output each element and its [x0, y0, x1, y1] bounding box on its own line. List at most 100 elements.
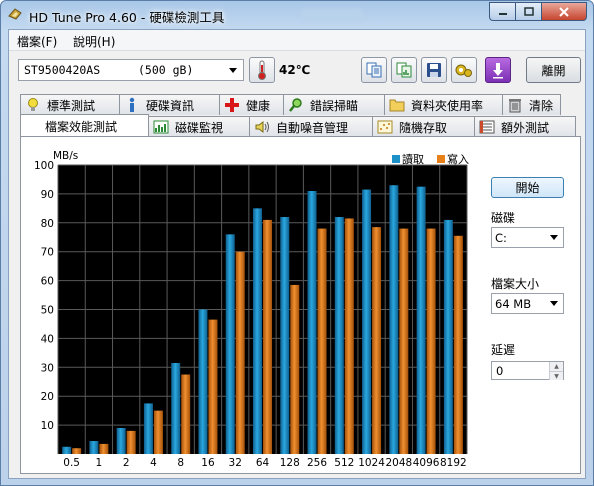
tab-random-access[interactable]: 隨機存取 — [372, 116, 475, 137]
copy-chart-icon — [396, 62, 412, 78]
temperature-readout: 42℃ — [279, 63, 311, 77]
tab-error-scan[interactable]: 錯誤掃瞄 — [283, 94, 385, 115]
drive-model: ST9500420AS — [24, 63, 101, 77]
y-tick-label: 30 — [41, 362, 54, 374]
x-tick-label: 8192 — [440, 457, 467, 467]
bar-write — [235, 251, 245, 454]
tab-file-benchmark[interactable]: 檔案效能測試 — [20, 114, 149, 137]
tab-label: 資料夾使用率 — [411, 98, 484, 113]
minimize-button[interactable] — [489, 2, 515, 21]
close-icon — [559, 6, 569, 17]
scatter-icon — [377, 119, 393, 135]
bar-write — [153, 410, 163, 454]
legend: 讀取 寫入 — [392, 152, 469, 166]
tab-label: 健康 — [246, 98, 271, 113]
list-icon — [479, 119, 495, 135]
window-title: HD Tune Pro 4.60 - 硬碟檢測工具 — [29, 10, 225, 25]
tab-row-top: 標準測試 硬碟資訊 健康 錯誤掃瞄 資料夾使用率 清除 — [20, 94, 561, 115]
tab-label: 磁碟監視 — [175, 120, 224, 135]
window-controls — [489, 2, 587, 21]
x-tick-label: 32 — [229, 457, 242, 467]
drive-select[interactable]: ST9500420AS (500 gB) — [18, 59, 244, 81]
bar-read — [307, 191, 317, 454]
speaker-icon — [254, 119, 270, 135]
download-button[interactable] — [485, 57, 511, 83]
tab-folder-usage[interactable]: 資料夾使用率 — [384, 94, 503, 115]
tab-aam[interactable]: 自動噪音管理 — [249, 116, 373, 137]
tab-benchmark[interactable]: 標準測試 — [20, 94, 120, 115]
y-tick-label: 40 — [41, 333, 54, 345]
tab-extra-tests[interactable]: 額外測試 — [474, 116, 576, 137]
disk-label: 磁碟 — [491, 211, 516, 225]
file-size-value: 64 MB — [495, 297, 532, 311]
tab-label: 標準測試 — [47, 98, 96, 113]
copy-info-button[interactable] — [361, 57, 387, 83]
bar-read — [89, 440, 99, 454]
exit-button[interactable]: 離開 — [526, 57, 581, 83]
bar-read — [225, 234, 235, 454]
legend-write-swatch — [437, 155, 445, 163]
delay-value: 0 — [496, 364, 504, 378]
bar-write — [99, 443, 109, 454]
bar-read — [116, 427, 126, 454]
bar-read — [416, 186, 426, 455]
start-button[interactable]: 開始 — [491, 177, 564, 198]
bar-write — [126, 430, 136, 454]
maximize-button[interactable] — [515, 2, 541, 21]
bar-read — [443, 219, 453, 454]
chevron-down-icon — [225, 62, 241, 78]
legend-write-label: 寫入 — [447, 152, 469, 166]
chevron-down-icon — [546, 295, 562, 312]
temperature-button[interactable] — [249, 57, 275, 83]
delay-spinner[interactable]: 0 ▲ ▼ — [491, 361, 564, 380]
spin-down-icon[interactable]: ▼ — [549, 371, 563, 380]
title-bar[interactable]: HD Tune Pro 4.60 - 硬碟檢測工具 — [1, 1, 593, 29]
tab-label: 額外測試 — [501, 120, 550, 135]
y-tick-labels: 10 20 30 40 50 60 70 80 90 100 — [34, 160, 54, 432]
bar-read — [389, 185, 399, 455]
disk-select[interactable]: C: — [491, 227, 564, 248]
save-button[interactable] — [421, 57, 447, 83]
info-icon — [124, 97, 140, 113]
delay-label: 延遲 — [491, 343, 516, 357]
bar-read — [198, 309, 208, 454]
file-size-select[interactable]: 64 MB — [491, 293, 564, 314]
app-window: HD Tune Pro 4.60 - 硬碟檢測工具 檔案(F) 說明(H) ST… — [0, 0, 594, 486]
client-area: 檔案(F) 說明(H) ST9500420AS (500 gB) 42℃ 離開 … — [8, 29, 586, 479]
options-button[interactable] — [451, 57, 477, 83]
close-button[interactable] — [541, 2, 587, 21]
chart-icon — [153, 119, 169, 135]
copy-screenshot-button[interactable] — [391, 57, 417, 83]
maximize-icon — [523, 7, 534, 16]
x-tick-label: 1024 — [358, 457, 385, 467]
menu-file[interactable]: 檔案(F) — [17, 33, 57, 50]
y-tick-label: 10 — [41, 420, 54, 432]
y-tick-label: 80 — [41, 218, 54, 230]
bar-write — [290, 284, 300, 454]
spin-up-icon[interactable]: ▲ — [549, 362, 563, 371]
tab-disk-monitor[interactable]: 磁碟監視 — [148, 116, 250, 137]
tools-icon — [455, 64, 472, 77]
x-tick-label: 16 — [201, 457, 215, 467]
bar-read — [143, 403, 153, 454]
tab-erase[interactable]: 清除 — [502, 94, 561, 115]
tab-health[interactable]: 健康 — [219, 94, 284, 115]
copy-icon — [366, 62, 382, 78]
legend-read-swatch — [392, 155, 400, 163]
x-tick-label: 128 — [280, 457, 300, 467]
floppy-save-icon — [427, 63, 441, 77]
bar-write — [181, 374, 191, 454]
tab-info[interactable]: 硬碟資訊 — [119, 94, 220, 115]
benchmark-panel: 10 20 30 40 50 60 70 80 90 100 0.5 1 2 4 8 16 32 64 128 25… — [20, 136, 581, 474]
file-size-label: 檔案大小 — [491, 277, 540, 291]
bar-read — [62, 446, 72, 454]
health-cross-icon — [224, 97, 240, 113]
bar-read — [280, 217, 290, 454]
x-tick-label: 4096 — [413, 457, 440, 467]
menu-help[interactable]: 說明(H) — [73, 33, 115, 50]
thermometer-icon — [258, 60, 266, 80]
x-tick-label: 64 — [256, 457, 270, 467]
tab-label: 檔案效能測試 — [45, 119, 118, 134]
y-axis-label: MB/s — [53, 150, 78, 162]
disk-value: C: — [495, 231, 507, 245]
